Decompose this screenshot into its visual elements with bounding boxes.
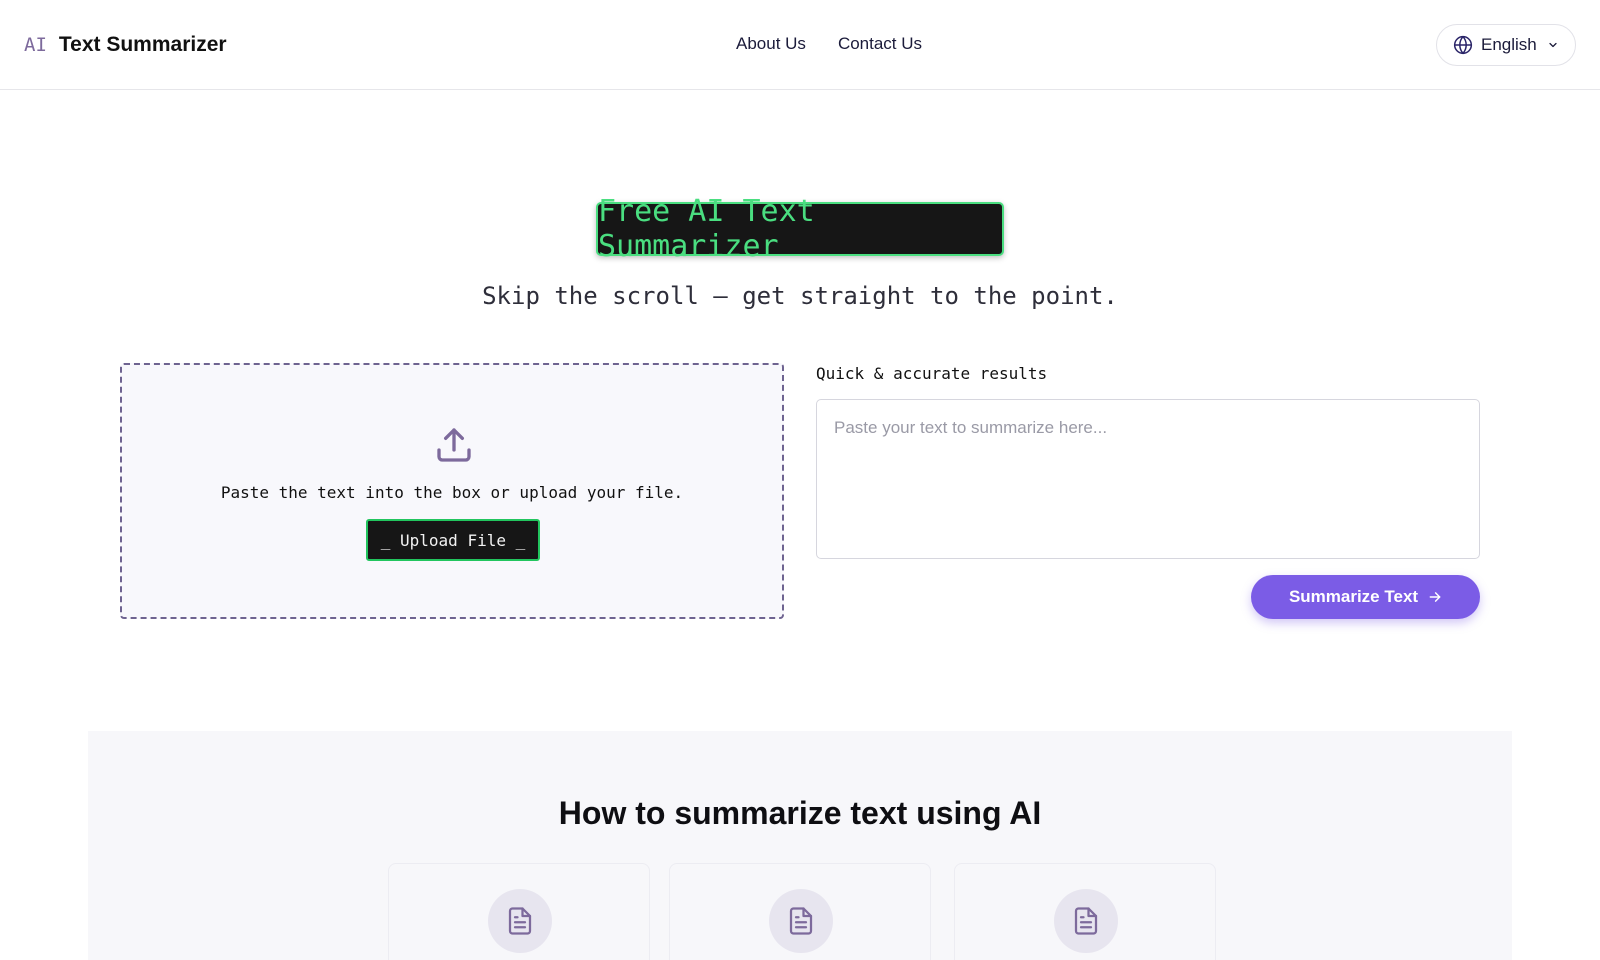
file-drop-zone[interactable]: Paste the text into the box or upload yo…: [120, 363, 784, 619]
upload-file-button[interactable]: _ Upload File _: [366, 519, 540, 561]
summarize-button-label: Summarize Text: [1288, 587, 1419, 606]
document-icon: [1074, 907, 1098, 935]
arrow-right-icon: [1429, 592, 1441, 602]
logo-ai-badge: AI: [24, 34, 47, 56]
document-icon: [789, 907, 813, 935]
document-icon: [508, 907, 532, 935]
howto-step-card: [954, 863, 1216, 960]
nav-link-contact-us[interactable]: Contact Us: [838, 34, 922, 54]
upload-instructions: Paste the text into the box or upload yo…: [220, 483, 684, 502]
howto-step-card: [388, 863, 650, 960]
howto-step-card: [669, 863, 931, 960]
language-selector[interactable]: English: [1436, 24, 1576, 66]
nav-link-about-us[interactable]: About Us: [736, 34, 806, 54]
logo-title: Text Summarizer: [58, 33, 227, 56]
howto-heading: How to summarize text using AI: [558, 795, 1042, 831]
editor-label: Quick & accurate results: [816, 364, 1048, 383]
howto-step-icon-circle: [1054, 889, 1118, 953]
howto-step-icon-circle: [488, 889, 552, 953]
language-selected-label: English: [1481, 35, 1537, 54]
summarize-text-button[interactable]: Summarize Text: [1251, 575, 1480, 619]
hero-subtitle: Skip the scroll — get straight to the po…: [482, 282, 1118, 310]
page-title: Free AI Text Summarizer: [598, 194, 815, 264]
chevron-down-icon: [1549, 42, 1557, 48]
howto-step-icon-circle: [769, 889, 833, 953]
howto-section: How to summarize text using AI: [88, 731, 1512, 960]
text-input-area[interactable]: [816, 399, 1480, 559]
globe-icon: [1453, 35, 1473, 55]
hero-title-badge: Free AI Text Summarizer: [596, 194, 1004, 264]
main-nav: About Us Contact Us: [736, 34, 922, 54]
site-header: AI Text Summarizer About Us Contact Us E…: [0, 0, 1600, 90]
logo[interactable]: AI Text Summarizer: [24, 31, 227, 59]
upload-icon: [437, 428, 471, 462]
